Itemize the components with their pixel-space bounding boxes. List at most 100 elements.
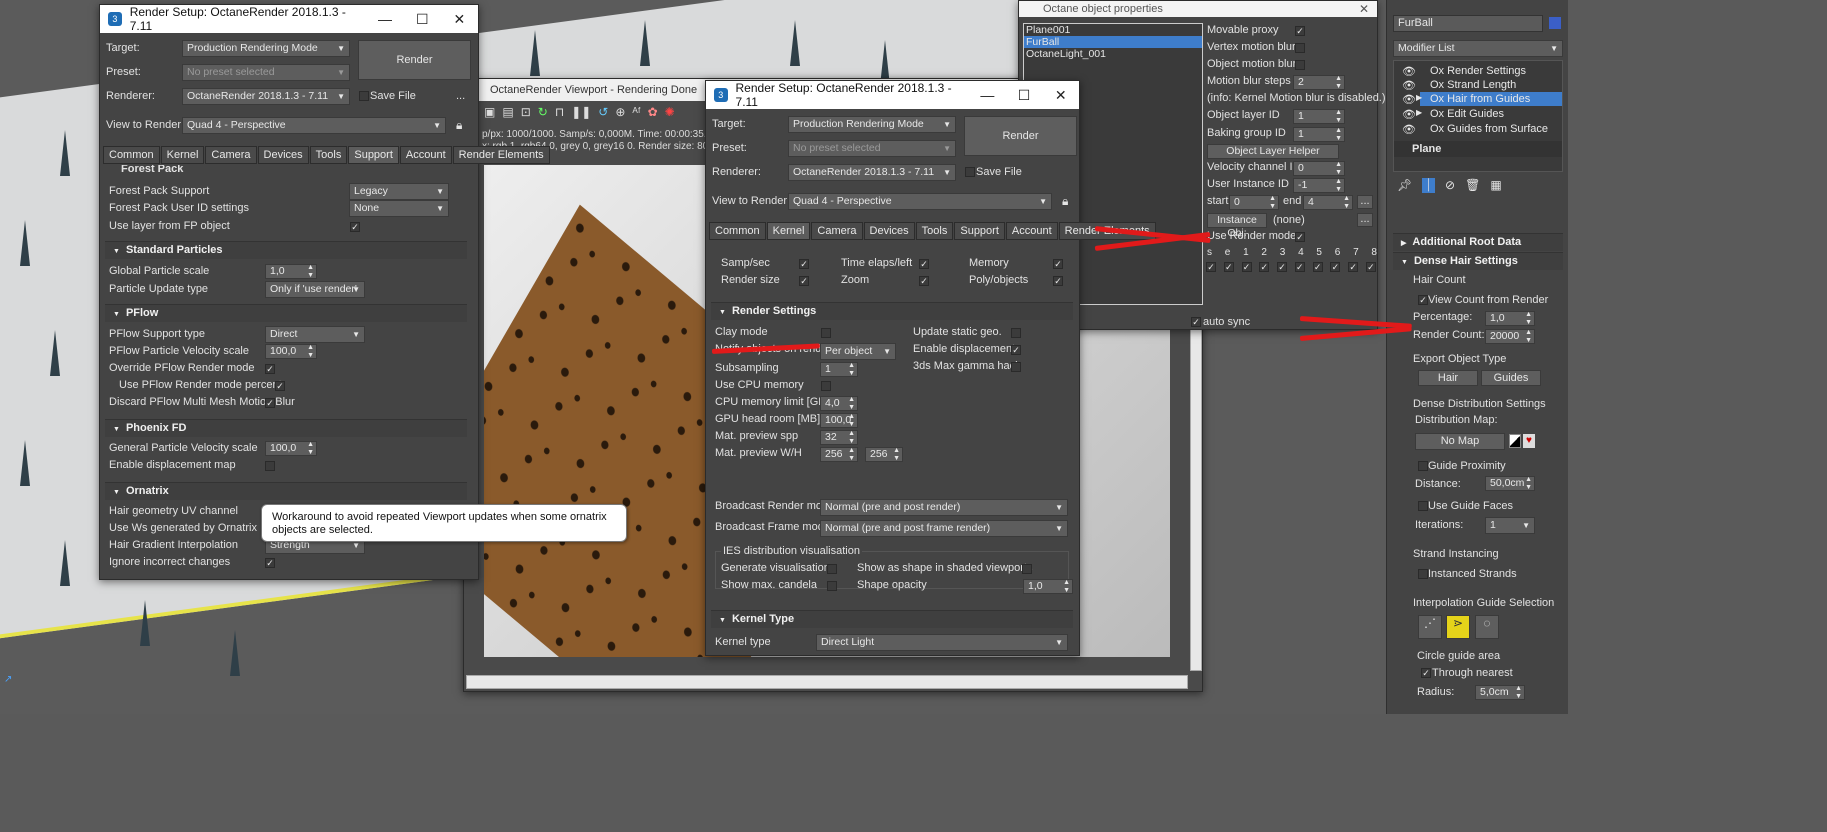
show-as-shape-checkbox[interactable] bbox=[1022, 564, 1032, 574]
eye-icon[interactable]: 👁︎ bbox=[1402, 93, 1416, 106]
instance-more-button[interactable]: ... bbox=[1357, 213, 1373, 227]
render-button[interactable]: Render bbox=[964, 116, 1077, 156]
pflow-header[interactable]: ▼ PFlow bbox=[105, 304, 467, 322]
tab-common[interactable]: Common bbox=[103, 146, 160, 164]
preset-dropdown[interactable]: No preset selected ▼ bbox=[788, 140, 956, 157]
color-icon[interactable]: ✿ bbox=[648, 105, 658, 119]
modifier-item[interactable]: Ox Strand Length bbox=[1430, 79, 1516, 91]
save-icon[interactable]: ▣ bbox=[484, 105, 495, 119]
object-item-selected[interactable]: FurBall bbox=[1024, 36, 1202, 48]
visibility-checkbox[interactable]: ✓ bbox=[1365, 262, 1376, 272]
base-object[interactable]: Plane bbox=[1394, 141, 1562, 157]
forest-support-dropdown[interactable]: Legacy ▼ bbox=[349, 183, 449, 200]
user-instance-spinner[interactable]: -1 ▲ ▼ bbox=[1293, 178, 1345, 193]
renderer-dropdown[interactable]: OctaneRender 2018.1.3 - 7.11 ▼ bbox=[182, 88, 350, 105]
minimize-button[interactable]: — bbox=[969, 87, 1006, 103]
use-render-mode-checkbox[interactable]: ✓ bbox=[1295, 232, 1305, 242]
mat-preview-h-spinner[interactable]: 256 ▲ ▼ bbox=[865, 447, 903, 462]
renderer-dropdown[interactable]: OctaneRender 2018.1.3 - 7.11 ▼ bbox=[788, 164, 956, 181]
broadcast-render-dropdown[interactable]: Normal (pre and post render) ▼ bbox=[820, 499, 1068, 516]
remove-modifier-icon[interactable]: 🗑︎ bbox=[1465, 178, 1480, 193]
object-name-input[interactable]: FurBall bbox=[1393, 15, 1543, 32]
eye-icon[interactable]: 👁︎ bbox=[1402, 65, 1416, 78]
iterations-dropdown[interactable]: 1 ▼ bbox=[1485, 517, 1535, 534]
visibility-checkbox[interactable]: ✓ bbox=[1348, 262, 1359, 272]
configure-icon[interactable]: ▦ bbox=[1490, 178, 1501, 193]
shape-opacity-spinner[interactable]: 1,0 ▲ ▼ bbox=[1023, 579, 1073, 594]
horizontal-scrollbar[interactable] bbox=[466, 675, 1188, 689]
pflow-support-dropdown[interactable]: Direct ▼ bbox=[265, 326, 365, 343]
tab-kernel[interactable]: Kernel bbox=[766, 222, 811, 240]
guide-proximity-checkbox[interactable] bbox=[1418, 461, 1428, 471]
ignore-incorrect-checkbox[interactable]: ✓ bbox=[265, 558, 275, 568]
modifier-item-selected[interactable]: Ox Hair from Guides bbox=[1430, 93, 1530, 105]
generate-visualisation-checkbox[interactable] bbox=[827, 564, 837, 574]
tab-support[interactable]: Support bbox=[954, 222, 1005, 240]
target-dropdown[interactable]: Production Rendering Mode ▼ bbox=[788, 116, 956, 133]
interp-mode-icon[interactable]: ◌ bbox=[1475, 615, 1499, 639]
close-button[interactable]: ✕ bbox=[1359, 1, 1369, 17]
forest-pack-header[interactable]: Forest Pack bbox=[121, 165, 183, 175]
zoom-icon[interactable]: ⊡ bbox=[521, 105, 531, 119]
use-pflow-percent-checkbox[interactable]: ✓ bbox=[275, 381, 285, 391]
more-button[interactable]: ... bbox=[456, 90, 465, 102]
distance-spinner[interactable]: 50,0cm ▲ ▼ bbox=[1485, 476, 1535, 491]
tab-support[interactable]: Support bbox=[348, 146, 399, 164]
save-file-checkbox[interactable] bbox=[359, 91, 369, 101]
stat-checkbox[interactable]: ✓ bbox=[799, 276, 809, 286]
modifier-list-dropdown[interactable]: Modifier List ▼ bbox=[1393, 40, 1563, 57]
close-button[interactable]: ✕ bbox=[1042, 87, 1079, 104]
focus-icon[interactable]: ⊕ bbox=[615, 105, 625, 119]
instance-obj-button[interactable]: Instance Obj: bbox=[1207, 213, 1267, 239]
modifier-item[interactable]: Ox Edit Guides bbox=[1430, 108, 1504, 120]
tab-camera[interactable]: Camera bbox=[205, 146, 257, 164]
global-particle-scale-spinner[interactable]: 1,0 ▲ ▼ bbox=[265, 264, 317, 279]
stat-checkbox[interactable]: ✓ bbox=[799, 259, 809, 269]
ornatrix-header[interactable]: ▼ Ornatrix bbox=[105, 482, 467, 500]
pick-icon[interactable]: ♥ bbox=[1523, 434, 1535, 448]
instanced-strands-checkbox[interactable] bbox=[1418, 569, 1428, 579]
baking-group-id-spinner[interactable]: 1 ▲ ▼ bbox=[1293, 127, 1345, 142]
through-nearest-checkbox[interactable]: ✓ bbox=[1421, 668, 1431, 678]
discard-pflow-checkbox[interactable]: ✓ bbox=[265, 398, 275, 408]
view-to-render-dropdown[interactable]: Quad 4 - Perspective ▼ bbox=[788, 193, 1052, 210]
render-setup-window-2[interactable]: 3 Render Setup: OctaneRender 2018.1.3 - 7… bbox=[705, 80, 1156, 656]
gamma-hack-checkbox[interactable] bbox=[1011, 362, 1021, 372]
expand-icon[interactable]: ▶ bbox=[1416, 108, 1422, 117]
radius-spinner[interactable]: 5,0cm ▲ ▼ bbox=[1475, 685, 1525, 700]
tab-account[interactable]: Account bbox=[1005, 222, 1058, 240]
clay-mode-checkbox[interactable] bbox=[821, 328, 831, 338]
dense-hair-header[interactable]: ▼ Dense Hair Settings bbox=[1393, 252, 1563, 270]
cpu-memory-limit-spinner[interactable]: 4,0 ▲ ▼ bbox=[820, 396, 858, 411]
kernel-type-dropdown[interactable]: Direct Light ▼ bbox=[816, 634, 1068, 651]
visibility-checkbox[interactable]: ✓ bbox=[1277, 262, 1288, 272]
preset-dropdown[interactable]: No preset selected ▼ bbox=[182, 64, 350, 81]
view-count-checkbox[interactable]: ✓ bbox=[1418, 295, 1428, 305]
maximize-button[interactable]: ☐ bbox=[404, 11, 441, 28]
forest-userid-dropdown[interactable]: None ▼ bbox=[349, 200, 449, 217]
eye-icon[interactable]: 👁︎ bbox=[1402, 123, 1416, 136]
tab-devices[interactable]: Devices bbox=[863, 222, 915, 240]
phoenix-header[interactable]: ▼ Phoenix FD bbox=[105, 419, 467, 437]
object-layer-id-spinner[interactable]: 1 ▲ ▼ bbox=[1293, 109, 1345, 124]
pflow-velocity-spinner[interactable]: 100,0 ▲ ▼ bbox=[265, 344, 317, 359]
visibility-checkbox[interactable]: ✓ bbox=[1312, 262, 1323, 272]
notify-objects-dropdown[interactable]: Per object ▼ bbox=[820, 343, 896, 360]
af-icon[interactable]: ᴬᶠ bbox=[632, 105, 640, 119]
general-velocity-spinner[interactable]: 100,0 ▲ ▼ bbox=[265, 441, 317, 456]
target-dropdown[interactable]: Production Rendering Mode ▼ bbox=[182, 40, 350, 57]
end-spinner[interactable]: 4 ▲ ▼ bbox=[1303, 195, 1353, 210]
override-pflow-checkbox[interactable]: ✓ bbox=[265, 364, 275, 374]
eye-icon[interactable]: 👁︎ bbox=[1402, 108, 1416, 121]
kernel-type-header[interactable]: ▼ Kernel Type bbox=[711, 610, 1073, 628]
movable-proxy-checkbox[interactable]: ✓ bbox=[1295, 26, 1305, 36]
visibility-checkbox[interactable]: ✓ bbox=[1241, 262, 1252, 272]
stat-checkbox[interactable]: ✓ bbox=[1053, 276, 1063, 286]
stop-icon[interactable]: ✺ bbox=[665, 105, 675, 119]
velocity-channel-spinner[interactable]: 0 ▲ ▼ bbox=[1293, 161, 1345, 176]
use-guide-faces-checkbox[interactable] bbox=[1418, 501, 1428, 511]
vertex-motion-blur-checkbox[interactable] bbox=[1295, 43, 1305, 53]
enable-displacement-checkbox[interactable]: ✓ bbox=[1011, 345, 1021, 355]
map-toggle-icon[interactable] bbox=[1509, 434, 1521, 448]
tab-render-elements[interactable]: Render Elements bbox=[452, 146, 550, 164]
